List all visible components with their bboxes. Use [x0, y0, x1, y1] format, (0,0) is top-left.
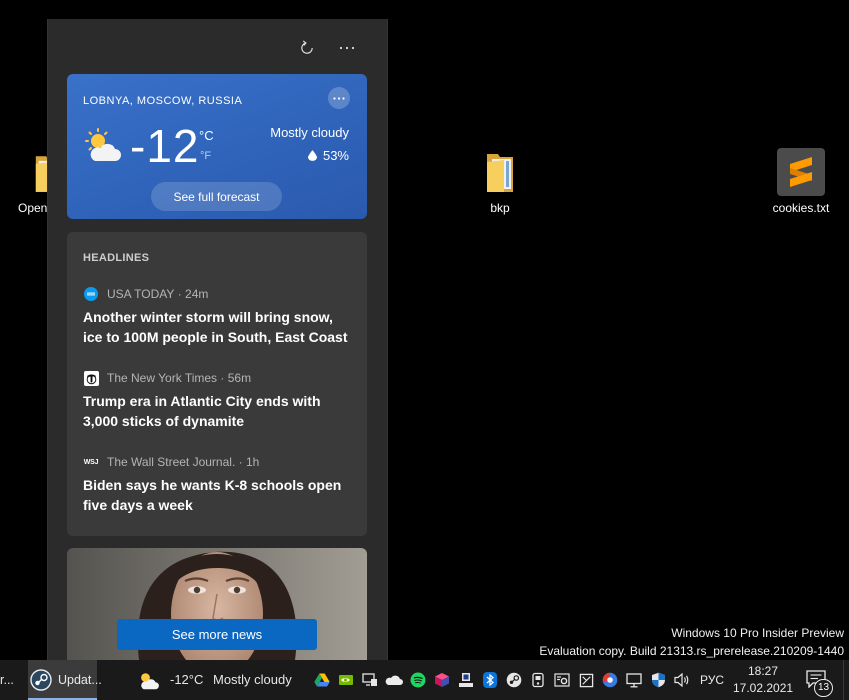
clock-date: 17.02.2021: [733, 681, 794, 695]
watermark-line-2: Evaluation copy. Build 21313.rs_prerelea…: [539, 644, 844, 658]
news-and-interests-panel: LOBNYA, MOSCOW, RUSSIA -12 °C °F Mostly …: [47, 19, 388, 660]
square-app-icon[interactable]: [574, 660, 598, 700]
clock-time: 18:27: [747, 664, 779, 678]
desktop-icon-label: Open: [18, 201, 48, 215]
see-full-forecast-button[interactable]: See full forecast: [151, 182, 282, 211]
settings-tray-icon[interactable]: [550, 660, 574, 700]
taskbar-steam-button[interactable]: Updat...: [28, 660, 102, 700]
news-source: USA TODAY: [107, 287, 175, 301]
refresh-button[interactable]: [296, 37, 318, 59]
taskbar: r... Updat... -12°C Mostly cloudy РУС 18…: [0, 660, 849, 700]
wsj-logo-icon: WSJ: [83, 458, 99, 466]
sun-behind-cloud-icon: [141, 673, 159, 690]
onedrive-icon[interactable]: [382, 660, 406, 700]
news-age: 1h: [235, 455, 259, 469]
news-age: 56m: [217, 371, 251, 385]
taskbar-app-label: Updat...: [58, 673, 102, 687]
unit-celsius-toggle[interactable]: °C: [199, 129, 214, 143]
unit-fahrenheit-toggle[interactable]: °F: [200, 149, 211, 163]
folder-icon: [487, 154, 513, 192]
red-blue-app-icon[interactable]: [598, 660, 622, 700]
more-options-icon: [339, 46, 355, 50]
steam-icon: [30, 669, 52, 691]
news-age: 24m: [174, 287, 208, 301]
show-desktop-button[interactable]: [843, 660, 849, 700]
weather-location: LOBNYA, MOSCOW, RUSSIA: [83, 95, 243, 107]
nvidia-icon[interactable]: [334, 660, 358, 700]
news-source: The New York Times: [107, 371, 218, 385]
refresh-icon: [301, 40, 313, 54]
sun-behind-cloud-icon: [85, 128, 121, 161]
network-icon[interactable]: [622, 660, 646, 700]
defender-shield-icon[interactable]: [646, 660, 670, 700]
news-meta: WSJ The Wall Street Journal. 1h: [83, 454, 355, 470]
desktop-icon-bkp[interactable]: bkp: [470, 148, 530, 216]
droplet-icon: [307, 149, 317, 161]
nyt-logo-icon: [83, 370, 99, 386]
watermark-line-1: Windows 10 Pro Insider Preview: [671, 626, 844, 640]
taskbar-app-button[interactable]: r...: [0, 660, 27, 700]
desktop-icon-label: cookies.txt: [772, 201, 830, 215]
news-item[interactable]: The New York Times 56m Trump era in Atla…: [83, 370, 355, 431]
action-center-button[interactable]: 13: [804, 668, 838, 698]
humidity-value: 53%: [322, 147, 349, 163]
volume-icon[interactable]: [670, 660, 694, 700]
news-headline[interactable]: Biden says he wants K-8 schools open fiv…: [83, 475, 353, 515]
sublime-text-icon: [777, 148, 825, 196]
device-icon[interactable]: [526, 660, 550, 700]
weather-card[interactable]: LOBNYA, MOSCOW, RUSSIA -12 °C °F Mostly …: [67, 74, 367, 219]
headlines-title: HEADLINES: [83, 252, 150, 264]
see-more-news-button[interactable]: See more news: [117, 619, 317, 650]
taskbar-clock[interactable]: 18:27 17.02.2021: [733, 663, 793, 697]
google-drive-icon[interactable]: [310, 660, 334, 700]
bluetooth-icon[interactable]: [478, 660, 502, 700]
more-options-icon: [333, 96, 345, 100]
weather-more-button[interactable]: [328, 87, 350, 109]
weather-temperature: -12: [130, 120, 200, 172]
taskbar-weather-condition: Mostly cloudy: [213, 672, 292, 687]
usa-today-logo-icon: [83, 286, 99, 302]
desktop-icon-label: bkp: [490, 201, 510, 215]
panel-more-button[interactable]: [336, 37, 358, 59]
steam-icon[interactable]: [502, 660, 526, 700]
taskbar-app-label: r...: [0, 673, 14, 687]
display-app-icon[interactable]: [358, 660, 382, 700]
cube-app-icon[interactable]: [430, 660, 454, 700]
headlines-card: HEADLINES USA TODAY 24m Another winter s…: [67, 232, 367, 536]
input-language-indicator[interactable]: РУС: [700, 673, 724, 687]
weather-humidity: 53%: [307, 147, 349, 163]
taskbar-weather-temperature: -12°C: [170, 672, 204, 687]
news-meta: The New York Times 56m: [83, 370, 355, 386]
desktop-icon-cookies[interactable]: cookies.txt: [766, 146, 836, 216]
news-headline[interactable]: Trump era in Atlantic City ends with 3,0…: [83, 391, 353, 431]
system-tray: [310, 660, 694, 700]
news-headline[interactable]: Another winter storm will bring snow, ic…: [83, 307, 353, 347]
news-source: The Wall Street Journal.: [107, 455, 236, 469]
news-item[interactable]: WSJ The Wall Street Journal. 1h Biden sa…: [83, 454, 355, 515]
news-item[interactable]: USA TODAY 24m Another winter storm will …: [83, 286, 355, 347]
app-tray-icon[interactable]: [454, 660, 478, 700]
news-meta: USA TODAY 24m: [83, 286, 355, 302]
weather-condition: Mostly cloudy: [270, 125, 349, 140]
spotify-icon[interactable]: [406, 660, 430, 700]
notification-count-badge: 13: [814, 679, 833, 697]
